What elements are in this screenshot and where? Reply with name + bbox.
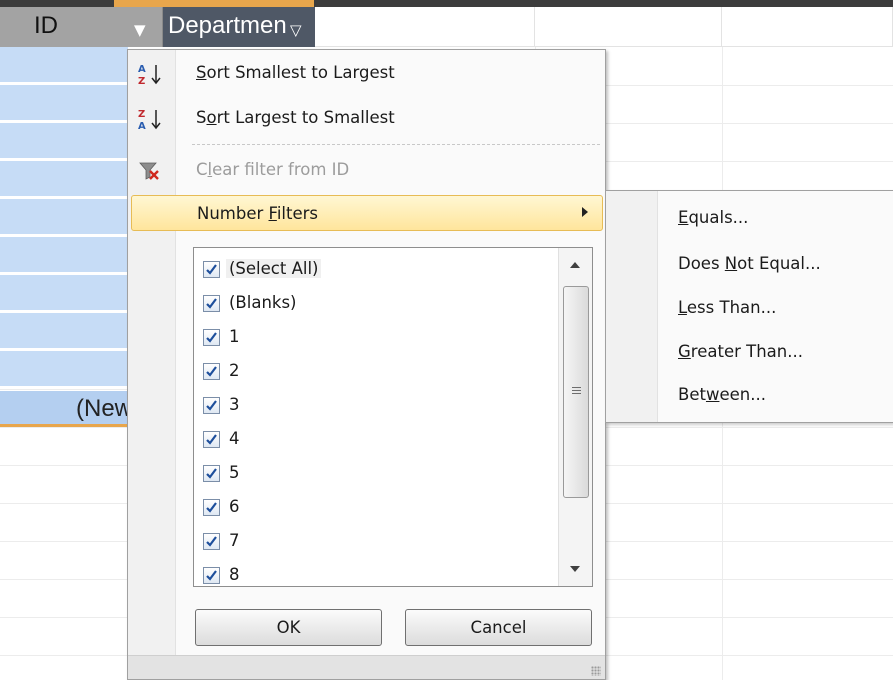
list-item[interactable]: 4 xyxy=(203,424,543,454)
column-header-row: ID ▼ Departmen ▽ xyxy=(0,7,893,47)
checkbox[interactable] xyxy=(203,533,220,550)
clear-filter-item[interactable]: Clear filter from ID xyxy=(131,152,603,188)
scrollbar-thumb[interactable] xyxy=(563,286,589,498)
table-cell[interactable] xyxy=(0,123,128,159)
column-header-id[interactable]: ID ▼ xyxy=(0,7,163,47)
list-item[interactable]: 3 xyxy=(203,390,543,420)
clear-filter-icon xyxy=(136,158,166,184)
new-record-row[interactable]: (New xyxy=(0,391,132,427)
column-header-department-label: Departmen xyxy=(168,12,287,39)
svg-text:A: A xyxy=(138,64,146,75)
list-item[interactable]: 1 xyxy=(203,322,543,352)
active-column-indicator xyxy=(114,0,314,7)
column-header-empty[interactable] xyxy=(722,7,893,47)
list-item[interactable]: (Select All) xyxy=(203,254,543,284)
checkbox[interactable] xyxy=(203,363,220,380)
sort-descending-icon: Z A xyxy=(136,106,166,132)
list-item[interactable]: 5 xyxy=(203,458,543,488)
sort-ascending-item[interactable]: A Z Sort Smallest to Largest xyxy=(131,55,603,91)
svg-text:Z: Z xyxy=(138,76,145,87)
checkbox[interactable] xyxy=(203,465,220,482)
checkbox[interactable] xyxy=(203,295,220,312)
sort-ascending-icon: A Z xyxy=(136,61,166,87)
column-header-id-label: ID xyxy=(34,12,58,39)
list-item-label: (Blanks) xyxy=(229,293,297,312)
checkbox[interactable] xyxy=(203,567,220,584)
menu-separator xyxy=(192,144,600,145)
menu-icon-gutter xyxy=(128,50,176,655)
sort-descending-item[interactable]: Z A Sort Largest to Smallest xyxy=(131,100,603,136)
filter-dropdown-menu: A Z Sort Smallest to Largest Z A Sort La… xyxy=(127,49,606,680)
number-filters-submenu: Equals... Does Not Equal... Less Than...… xyxy=(605,190,893,423)
list-item[interactable]: 2 xyxy=(203,356,543,386)
list-item-label: 8 xyxy=(229,565,240,584)
resize-grip-icon[interactable] xyxy=(591,666,601,676)
submenu-item-greater-than[interactable]: Greater Than... xyxy=(678,342,803,361)
submenu-item-less-than[interactable]: Less Than... xyxy=(678,298,776,317)
svg-text:A: A xyxy=(138,121,146,132)
list-item[interactable]: 8 xyxy=(203,560,543,586)
scroll-down-icon[interactable] xyxy=(570,566,580,572)
column-header-department[interactable]: Departmen ▽ xyxy=(163,7,315,47)
list-item[interactable]: 7 xyxy=(203,526,543,556)
list-item-label: 1 xyxy=(229,327,240,346)
id-column-cells: (New xyxy=(0,47,132,427)
list-item-label: 7 xyxy=(229,531,240,550)
submenu-item-equals[interactable]: Equals... xyxy=(678,208,748,227)
list-item-label: (Select All) xyxy=(226,259,322,278)
table-cell[interactable] xyxy=(0,351,128,387)
filter-dropdown-icon[interactable]: ▽ xyxy=(290,21,302,39)
filter-values-list[interactable]: (Select All) (Blanks) 1 2 3 4 5 6 7 8 xyxy=(193,247,593,587)
sort-descending-label: Sort Largest to Smallest xyxy=(196,108,395,127)
list-item-label: 3 xyxy=(229,395,240,414)
clear-filter-label: Clear filter from ID xyxy=(196,160,350,179)
ok-button[interactable]: OK xyxy=(195,609,382,646)
checkbox[interactable] xyxy=(203,499,220,516)
table-cell[interactable] xyxy=(0,313,128,349)
list-item-label: 6 xyxy=(229,497,240,516)
checkbox[interactable] xyxy=(203,397,220,414)
submenu-item-does-not-equal[interactable]: Does Not Equal... xyxy=(678,254,821,273)
checkbox[interactable] xyxy=(203,261,220,278)
new-record-label: (New xyxy=(76,395,133,422)
list-item-label: 5 xyxy=(229,463,240,482)
filter-dropdown-icon[interactable]: ▼ xyxy=(134,21,146,39)
cancel-button[interactable]: Cancel xyxy=(405,609,592,646)
number-filters-item[interactable]: Number Filters xyxy=(131,195,603,231)
menu-resize-bar xyxy=(128,655,605,679)
table-cell[interactable] xyxy=(0,275,128,311)
list-item-label: 4 xyxy=(229,429,240,448)
list-item[interactable]: 6 xyxy=(203,492,543,522)
list-scrollbar[interactable] xyxy=(558,248,592,586)
number-filters-label: Number Filters xyxy=(197,204,318,223)
sort-ascending-label: Sort Smallest to Largest xyxy=(196,63,395,82)
scrollbar-grip-icon xyxy=(572,387,581,396)
list-item[interactable]: (Blanks) xyxy=(203,288,543,318)
menu-icon-gutter xyxy=(606,191,658,422)
table-cell[interactable] xyxy=(0,237,128,273)
column-header-empty[interactable] xyxy=(535,7,722,47)
table-cell[interactable] xyxy=(0,161,128,197)
list-item-label: 2 xyxy=(229,361,240,380)
table-cell[interactable] xyxy=(0,47,128,83)
checkbox[interactable] xyxy=(203,431,220,448)
table-cell[interactable] xyxy=(0,199,128,235)
submenu-arrow-icon xyxy=(582,207,588,217)
scroll-up-icon[interactable] xyxy=(570,262,580,268)
table-cell[interactable] xyxy=(0,85,128,121)
submenu-item-between[interactable]: Between... xyxy=(678,385,766,404)
svg-text:Z: Z xyxy=(138,109,145,120)
window-top-band xyxy=(0,0,893,7)
column-header-empty[interactable] xyxy=(315,7,535,47)
checkbox[interactable] xyxy=(203,329,220,346)
